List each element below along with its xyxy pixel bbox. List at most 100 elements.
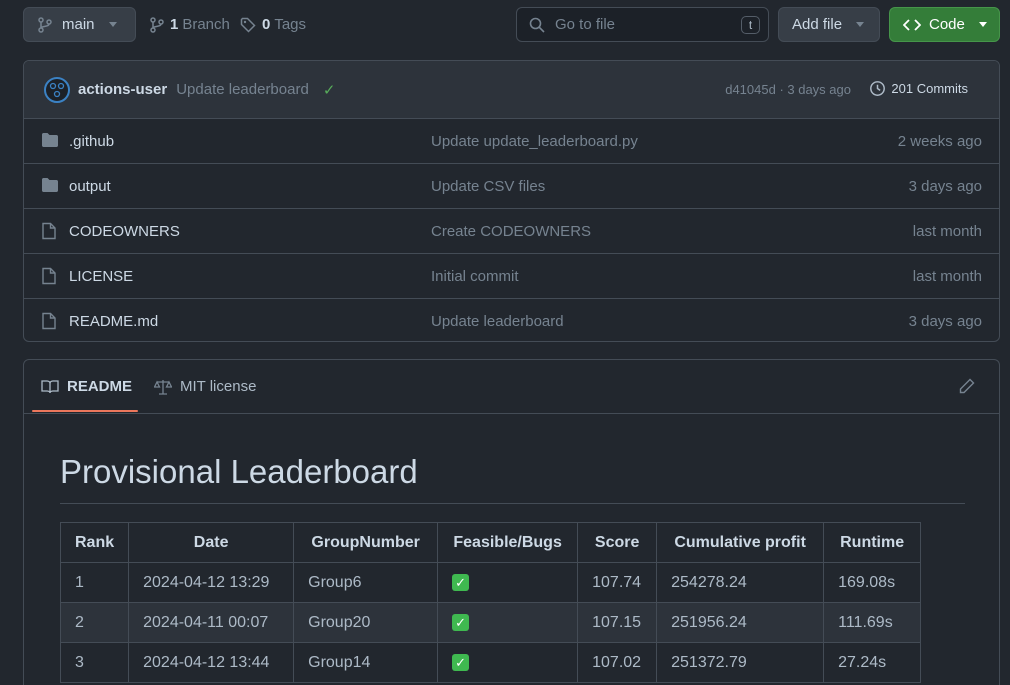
score-cell: 107.74 (577, 562, 658, 603)
profit-cell: 251372.79 (656, 642, 825, 683)
profit-cell: 254278.24 (656, 562, 825, 603)
file-icon (42, 222, 56, 240)
git-branch-icon (150, 16, 164, 33)
file-date: 3 days ago (908, 177, 982, 195)
check-mark-icon: ✓ (452, 613, 470, 631)
rank-cell: 2 (59, 602, 130, 643)
history-icon (870, 81, 886, 96)
code-button[interactable]: Code (889, 7, 1000, 42)
chevron-down-icon (108, 22, 117, 27)
tags-label: Tags (274, 16, 307, 33)
file-commit-message-link[interactable]: Initial commit (431, 268, 519, 285)
page-title: Provisional Leaderboard (60, 453, 965, 504)
feasible-cell: ✓ (437, 642, 579, 683)
file-name-link[interactable]: README.md (69, 313, 158, 330)
book-icon (41, 380, 59, 394)
column-header: Runtime (823, 522, 922, 563)
tab-license-label: MIT license (180, 378, 257, 395)
add-file-button[interactable]: Add file (778, 7, 880, 42)
table-header-row: Rank Date GroupNumber Feasible/Bugs Scor… (59, 522, 922, 563)
group-cell: Group20 (293, 602, 439, 643)
date-cell: 2024-04-11 00:07 (128, 602, 295, 643)
folder-icon (42, 178, 58, 192)
file-date: 2 weeks ago (897, 132, 982, 150)
file-name-link[interactable]: CODEOWNERS (69, 223, 180, 240)
keyboard-shortcut-hint: t (741, 16, 760, 34)
rank-cell: 1 (59, 562, 130, 603)
group-cell: Group6 (293, 562, 439, 603)
date-cell: 2024-04-12 13:29 (128, 562, 295, 603)
file-commit-message-link[interactable]: Update leaderboard (431, 313, 564, 330)
table-row: 3 2024-04-12 13:44 Group14 ✓ 107.02 2513… (59, 642, 922, 683)
file-date: last month (912, 267, 982, 285)
repo-toolbar: main 1 Branch 0 Tags Go to file t Add fi… (0, 0, 1010, 50)
file-date: last month (912, 222, 982, 240)
file-name-link[interactable]: .github (69, 133, 114, 150)
chevron-down-icon (856, 22, 865, 27)
table-row: 2 2024-04-11 00:07 Group20 ✓ 107.15 2519… (59, 602, 922, 643)
file-row[interactable]: README.md Update leaderboard 3 days ago (24, 299, 999, 341)
runtime-cell: 111.69s (823, 602, 922, 643)
rank-cell: 3 (59, 642, 130, 683)
file-row[interactable]: CODEOWNERS Create CODEOWNERS last month (24, 209, 999, 254)
tags-count: 0 (262, 16, 271, 33)
file-commit-message-link[interactable]: Update CSV files (431, 178, 545, 195)
file-commit-message-link[interactable]: Create CODEOWNERS (431, 223, 591, 240)
file-name-link[interactable]: LICENSE (69, 268, 133, 285)
column-header: Cumulative profit (656, 522, 825, 563)
readme-tabs: README MIT license (24, 360, 999, 414)
tags-link[interactable]: 0 Tags (240, 7, 306, 42)
commits-count: 201 Commits (891, 81, 968, 96)
file-row[interactable]: LICENSE Initial commit last month (24, 254, 999, 299)
avatar[interactable] (44, 76, 70, 103)
column-header: GroupNumber (293, 522, 439, 563)
commit-sha-time[interactable]: d41045d · 3 days ago (725, 82, 851, 97)
folder-icon (42, 133, 58, 147)
file-row[interactable]: output Update CSV files 3 days ago (24, 164, 999, 209)
branch-selector-button[interactable]: main (23, 7, 136, 42)
branches-count: 1 (170, 16, 179, 33)
feasible-cell: ✓ (437, 562, 579, 603)
branch-name: main (62, 16, 95, 33)
chevron-down-icon (978, 22, 987, 27)
file-icon (42, 312, 56, 330)
commit-message-link[interactable]: Update leaderboard (176, 81, 309, 98)
file-name-link[interactable]: output (69, 178, 111, 195)
add-file-label: Add file (792, 16, 843, 33)
file-commit-message-link[interactable]: Update update_leaderboard.py (431, 133, 638, 150)
law-scale-icon (154, 379, 172, 395)
column-header: Rank (59, 522, 130, 563)
code-icon (903, 18, 921, 31)
check-icon[interactable]: ✓ (323, 81, 336, 99)
file-date: 3 days ago (908, 313, 982, 330)
tab-license[interactable]: MIT license (154, 378, 256, 395)
column-header: Feasible/Bugs (437, 522, 579, 563)
runtime-cell: 27.24s (823, 642, 922, 683)
latest-commit-bar: actions-user Update leaderboard ✓ d41045… (24, 61, 999, 119)
tab-readme[interactable]: README (41, 378, 132, 395)
actions-bot-icon (49, 82, 65, 97)
branches-label: Branch (182, 16, 230, 33)
readme-panel: README MIT license Provisional Leaderboa… (23, 359, 1000, 685)
check-mark-icon: ✓ (452, 573, 470, 591)
leaderboard-table: Rank Date GroupNumber Feasible/Bugs Scor… (59, 522, 922, 683)
go-to-file-input[interactable]: Go to file t (516, 7, 769, 42)
file-row[interactable]: .github Update update_leaderboard.py 2 w… (24, 119, 999, 164)
pencil-icon[interactable] (959, 378, 975, 394)
feasible-cell: ✓ (437, 602, 579, 643)
column-header: Score (577, 522, 658, 563)
file-list: actions-user Update leaderboard ✓ d41045… (23, 60, 1000, 342)
date-cell: 2024-04-12 13:44 (128, 642, 295, 683)
commit-author-link[interactable]: actions-user (78, 81, 167, 98)
table-row: 1 2024-04-12 13:29 Group6 ✓ 107.74 25427… (59, 562, 922, 603)
code-label: Code (929, 16, 965, 33)
branches-link[interactable]: 1 Branch (150, 7, 230, 42)
commits-history-link[interactable]: 201 Commits (869, 80, 968, 97)
tag-icon (240, 17, 256, 33)
active-tab-underline (32, 410, 138, 412)
git-branch-icon (38, 16, 52, 33)
profit-cell: 251956.24 (656, 602, 825, 643)
file-icon (42, 267, 56, 285)
runtime-cell: 169.08s (823, 562, 922, 603)
score-cell: 107.02 (577, 642, 658, 683)
